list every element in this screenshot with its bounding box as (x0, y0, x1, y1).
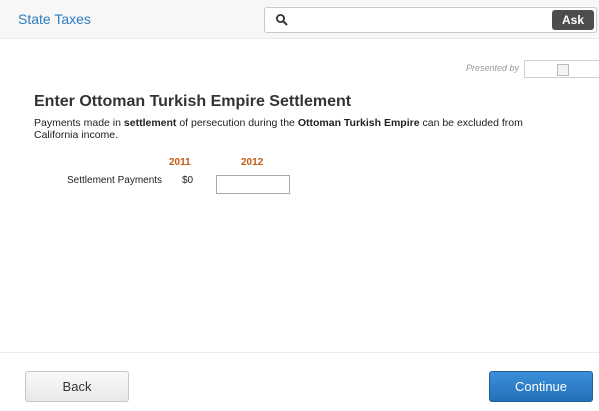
settlement-payments-2012-input[interactable] (216, 175, 290, 194)
column-header-2012: 2012 (241, 157, 264, 168)
top-bar: State Taxes Ask (0, 0, 599, 39)
search-input[interactable] (295, 11, 545, 29)
broken-image-icon (557, 64, 569, 76)
continue-button[interactable]: Continue (489, 371, 593, 402)
description-text: Payments made in settlement of persecuti… (34, 117, 523, 141)
ask-button[interactable]: Ask (552, 10, 594, 30)
footer-divider (0, 352, 599, 353)
settlement-payments-2011-value: $0 (182, 175, 194, 186)
sponsor-logo-frame[interactable] (524, 60, 599, 78)
settlement-payments-label: Settlement Payments (67, 175, 163, 186)
page-section-title[interactable]: State Taxes (18, 11, 91, 27)
search-box[interactable]: Ask (264, 7, 597, 33)
back-button[interactable]: Back (25, 371, 129, 402)
search-icon (276, 14, 288, 26)
column-header-2011: 2011 (169, 157, 191, 168)
page-heading: Enter Ottoman Turkish Empire Settlement (34, 93, 352, 110)
presented-by-label: Presented by (466, 63, 520, 73)
